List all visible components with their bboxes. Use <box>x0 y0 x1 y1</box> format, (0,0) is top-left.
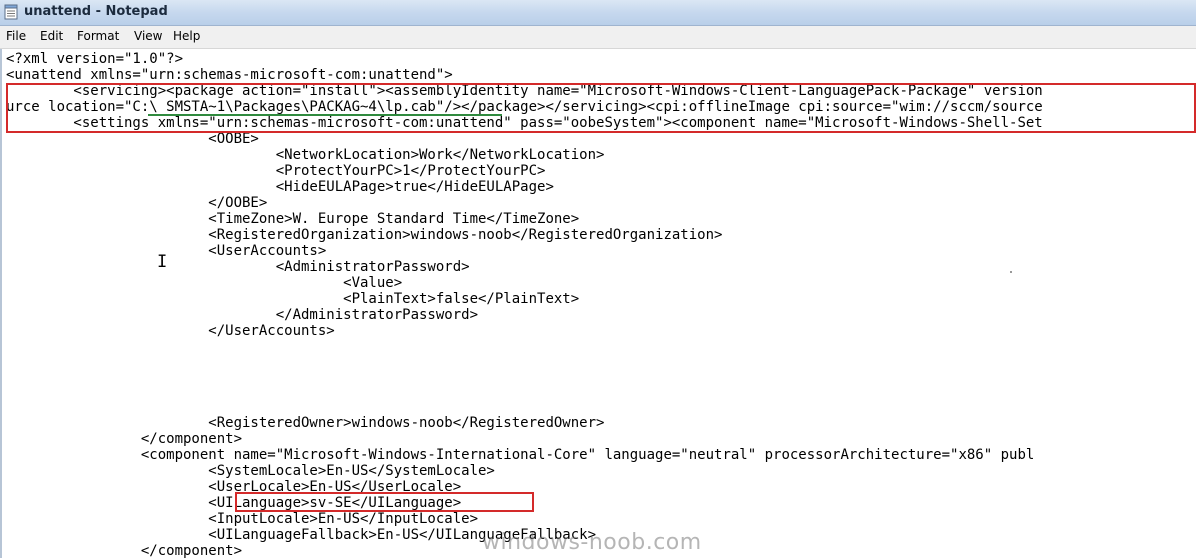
text-editor[interactable]: <?xml version="1.0"?> <unattend xmlns="u… <box>0 49 1196 558</box>
editor-line: <PlainText>false</PlainText> <box>6 291 580 307</box>
title-bar[interactable]: unattend - Notepad <box>0 0 1196 26</box>
menu-format[interactable]: Format <box>77 29 119 43</box>
menu-view[interactable]: View <box>134 29 162 43</box>
highlight-box-uilanguage <box>235 492 534 512</box>
editor-line: <unattend xmlns="urn:schemas-microsoft-c… <box>6 67 453 83</box>
editor-line: <ProtectYourPC>1</ProtectYourPC> <box>6 163 546 179</box>
editor-line: </AdministratorPassword> <box>6 307 479 323</box>
editor-line: <TimeZone>W. Europe Standard Time</TimeZ… <box>6 211 580 227</box>
path-underline <box>148 114 502 116</box>
editor-line: </OOBE> <box>6 195 268 211</box>
editor-line: </UserAccounts> <box>6 323 335 339</box>
editor-line: </component> <box>6 431 243 447</box>
menu-help[interactable]: Help <box>173 29 200 43</box>
stray-dot <box>1010 271 1012 273</box>
editor-line: <SystemLocale>En-US</SystemLocale> <box>6 463 495 479</box>
watermark: windows-noob.com <box>482 530 702 555</box>
notepad-window: unattend - Notepad File Edit Format View… <box>0 0 1196 558</box>
editor-line: <component name="Microsoft-Windows-Inter… <box>6 447 1035 463</box>
window-title: unattend - Notepad <box>24 4 168 19</box>
text-cursor-icon: I <box>157 252 168 272</box>
editor-line: <AdministratorPassword> <box>6 259 470 275</box>
editor-line: <Value> <box>6 275 403 291</box>
editor-line: </component> <box>6 543 243 558</box>
editor-line: <RegisteredOrganization>windows-noob</Re… <box>6 227 723 243</box>
menu-edit[interactable]: Edit <box>40 29 63 43</box>
editor-line: <NetworkLocation>Work</NetworkLocation> <box>6 147 605 163</box>
editor-line: <InputLocale>En-US</InputLocale> <box>6 511 479 527</box>
editor-line: <?xml version="1.0"?> <box>6 51 184 67</box>
editor-line: <HideEULAPage>true</HideEULAPage> <box>6 179 554 195</box>
menu-file[interactable]: File <box>6 29 26 43</box>
editor-line: <RegisteredOwner>windows-noob</Registere… <box>6 415 605 431</box>
menu-bar: File Edit Format View Help <box>0 26 1196 49</box>
editor-line: <OOBE> <box>6 131 259 147</box>
notepad-icon <box>4 4 18 20</box>
highlight-box-servicing <box>6 83 1196 133</box>
